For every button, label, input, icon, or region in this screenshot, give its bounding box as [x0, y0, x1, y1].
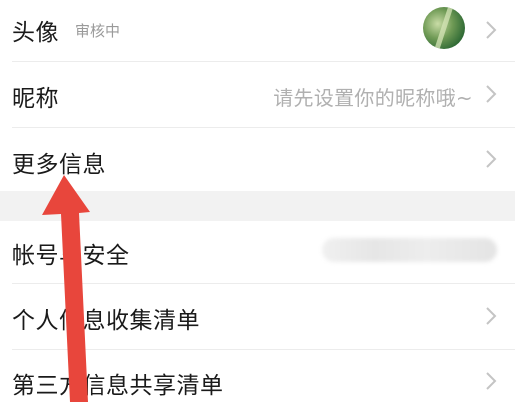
avatar[interactable] [423, 7, 465, 49]
blurred-account-info [322, 238, 497, 262]
avatar-row[interactable]: 头像 审核中 [0, 0, 515, 60]
third-party-list-row[interactable]: 第三方信息共享清单 [0, 350, 515, 402]
avatar-review-status: 审核中 [75, 22, 121, 40]
third-party-list-label: 第三方信息共享清单 [12, 373, 224, 399]
profile-settings-screen: 头像 审核中 昵称 请先设置你的昵称哦~ 更多信息 帐号与安全 个人信息收集清单 [0, 0, 515, 402]
personal-info-list-row[interactable]: 个人信息收集清单 [0, 284, 515, 348]
more-info-label: 更多信息 [12, 152, 106, 178]
chevron-right-icon [486, 150, 497, 168]
account-security-label: 帐号与安全 [12, 243, 130, 269]
more-info-row[interactable]: 更多信息 [0, 128, 515, 191]
nickname-label: 昵称 [12, 86, 59, 112]
chevron-right-icon [486, 307, 497, 325]
avatar-label: 头像 [12, 20, 59, 46]
chevron-right-icon [486, 21, 497, 39]
chevron-right-icon [486, 85, 497, 103]
nickname-placeholder: 请先设置你的昵称哦~ [273, 86, 473, 110]
section-gap [0, 191, 515, 221]
personal-info-list-label: 个人信息收集清单 [12, 308, 200, 334]
chevron-right-icon [486, 372, 497, 390]
nickname-row[interactable]: 昵称 请先设置你的昵称哦~ [0, 62, 515, 126]
